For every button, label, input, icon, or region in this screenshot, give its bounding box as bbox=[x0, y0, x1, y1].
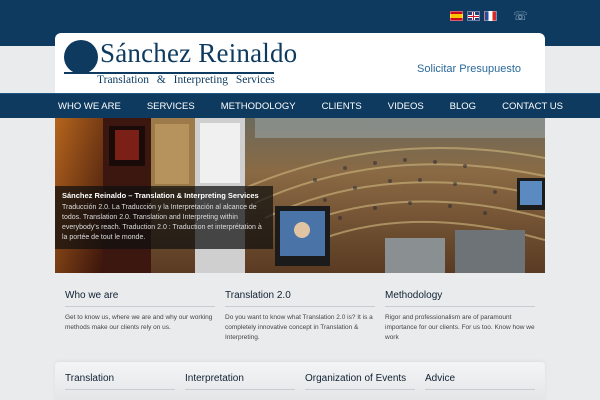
nav-item-clients[interactable]: CLIENTS bbox=[322, 101, 362, 112]
hero-caption-title: Sánchez Reinaldo – Translation & Interpr… bbox=[62, 191, 259, 200]
nav-item-services[interactable]: SERVICES bbox=[147, 101, 195, 112]
french-flag-icon[interactable] bbox=[484, 11, 497, 21]
main-nav-bar: WHO WE ARE SERVICES METHODOLOGY CLIENTS … bbox=[0, 93, 600, 118]
uk-flag-icon[interactable] bbox=[467, 11, 480, 21]
feature-title[interactable]: Translation 2.0 bbox=[225, 290, 375, 307]
feature-who-we-are: Who we are Get to know us, where we are … bbox=[65, 290, 215, 333]
logo-circle-icon bbox=[64, 40, 98, 74]
feature-text: Do you want to know what Translation 2.0… bbox=[225, 314, 373, 341]
service-advice[interactable]: Advice bbox=[425, 373, 535, 390]
feature-translation-2-0: Translation 2.0 Do you want to know what… bbox=[225, 290, 375, 343]
request-quote-link[interactable]: Solicitar Presupuesto bbox=[417, 63, 521, 75]
nav-item-blog[interactable]: BLOG bbox=[450, 101, 476, 112]
feature-title[interactable]: Who we are bbox=[65, 290, 215, 307]
language-selector bbox=[450, 11, 497, 21]
spanish-flag-icon[interactable] bbox=[450, 11, 463, 21]
hero-slideshow[interactable]: Sánchez Reinaldo – Translation & Interpr… bbox=[55, 118, 545, 273]
nav-item-contact-us[interactable]: CONTACT US bbox=[502, 101, 563, 112]
nav-item-methodology[interactable]: METHODOLOGY bbox=[221, 101, 296, 112]
nav-item-who-we-are[interactable]: WHO WE ARE bbox=[58, 101, 121, 112]
feature-text: Rigor and professionalism are of paramou… bbox=[385, 314, 535, 341]
hero-caption: Sánchez Reinaldo – Translation & Interpr… bbox=[55, 186, 273, 249]
main-nav: WHO WE ARE SERVICES METHODOLOGY CLIENTS … bbox=[58, 94, 563, 119]
site-header: Sánchez Reinaldo Translation & Interpret… bbox=[55, 33, 545, 93]
feature-title[interactable]: Methodology bbox=[385, 290, 535, 307]
service-interpretation[interactable]: Interpretation bbox=[185, 373, 295, 390]
hero-caption-text: Traducción 2.0. La Traducción y la Inter… bbox=[62, 204, 262, 241]
service-organization-of-events[interactable]: Organization of Events bbox=[305, 373, 415, 390]
service-translation[interactable]: Translation bbox=[65, 373, 175, 390]
brand-tagline: Translation & Interpreting Services bbox=[97, 74, 275, 86]
feature-methodology: Methodology Rigor and professionalism ar… bbox=[385, 290, 535, 343]
brand-name[interactable]: Sánchez Reinaldo bbox=[100, 38, 297, 69]
phone-icon[interactable]: ☏ bbox=[513, 10, 528, 22]
feature-text: Get to know us, where we are and why our… bbox=[65, 314, 213, 331]
nav-item-videos[interactable]: VIDEOS bbox=[388, 101, 424, 112]
